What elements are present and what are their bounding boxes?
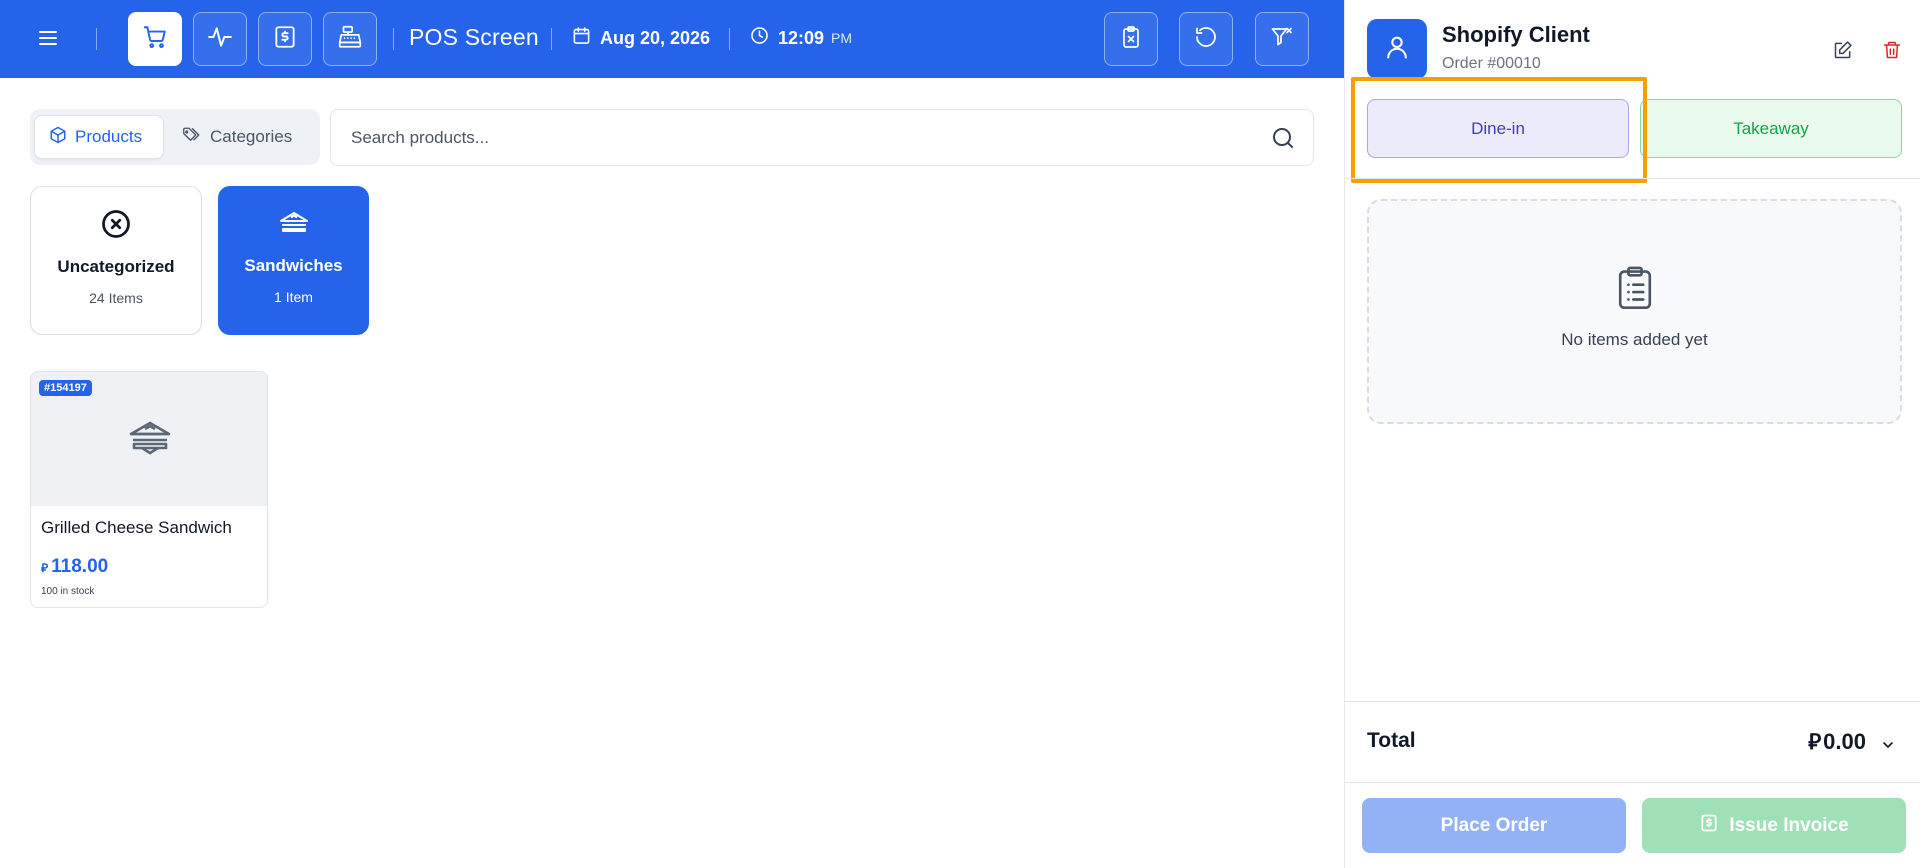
tab-products-label: Products [75,127,143,146]
invoice-icon [1699,813,1719,839]
tab-categories[interactable]: Categories [168,115,318,159]
product-sku-badge: #154197 [39,380,92,396]
product-name: Grilled Cheese Sandwich [41,518,232,537]
tab-categories-label: Categories [210,127,293,146]
receipt-icon [272,24,298,55]
currency-symbol: ⃁ [41,561,49,575]
order-panel: Shopify Client Order #00010 Dine-in Take… [1344,0,1920,868]
menu-icon[interactable] [36,26,60,50]
product-stock: 100 in stock [41,586,95,597]
price-value: 118.00 [51,556,109,577]
cash-register-button[interactable] [323,12,377,66]
client-name: Shopify Client [1442,22,1590,47]
undo-button[interactable] [1179,12,1233,66]
trash-icon[interactable] [1879,37,1905,63]
highlight-box [1351,77,1647,183]
cart-button[interactable] [128,12,182,66]
divider [96,28,97,50]
total-amount: 0.00 [1823,729,1866,754]
divider [551,28,552,50]
category-count: 24 Items [89,290,143,306]
tags-icon [182,126,202,149]
empty-cart-text: No items added yet [1561,330,1708,349]
filter-x-icon [1270,25,1294,54]
search-icon[interactable] [1271,126,1295,155]
box-icon [49,126,67,149]
x-circle-icon [101,207,131,241]
avatar[interactable] [1367,19,1427,79]
currency-symbol: ⃁ [1808,729,1822,754]
cart-icon [142,24,168,55]
date-text: Aug 20, 2026 [600,27,711,48]
clock-icon [750,26,769,50]
category-card-sandwiches[interactable]: Sandwiches 1 Item [218,186,369,335]
empty-cart: No items added yet [1367,199,1902,424]
time-display: 12:09 PM [750,26,852,50]
total-value: ⃁ 0.00 [1808,728,1866,756]
category-name: Uncategorized [57,257,175,276]
search-box [330,109,1314,166]
ampm-text: PM [831,30,853,46]
cash-register-icon [337,24,363,55]
app: POS Screen Aug 20, 2026 12:09 PM Product… [0,0,1920,868]
clipboard-list-icon [1615,265,1655,316]
category-card-uncategorized[interactable]: Uncategorized 24 Items [30,186,202,335]
product-price: ⃁ 118.00 [41,556,108,578]
divider [1345,701,1920,702]
category-name: Sandwiches [244,256,343,275]
divider [1345,782,1920,783]
product-card[interactable]: #154197 Grilled Cheese Sandwich ⃁ 118.00… [30,371,268,608]
edit-icon[interactable] [1830,37,1856,63]
search-input[interactable] [351,110,1251,165]
time-text: 12:09 [778,27,825,48]
issue-invoice-button[interactable]: Issue Invoice [1642,798,1906,853]
chevron-down-icon[interactable] [1876,733,1900,757]
category-count: 1 Item [274,289,313,305]
view-tabs: Products Categories [30,109,320,165]
clear-order-button[interactable] [1104,12,1158,66]
place-order-label: Place Order [1440,814,1548,836]
divider [729,28,730,50]
user-icon [1383,33,1411,66]
main-area: POS Screen Aug 20, 2026 12:09 PM Product… [0,0,1344,868]
receipt-button[interactable] [258,12,312,66]
takeaway-button[interactable]: Takeaway [1640,99,1902,158]
divider [1345,178,1920,179]
sandwich-icon [278,206,310,240]
sandwich-icon [128,419,172,460]
place-order-button[interactable]: Place Order [1362,798,1626,853]
undo-icon [1194,25,1218,54]
total-label: Total [1367,729,1416,752]
date-display: Aug 20, 2026 [572,26,710,50]
activity-button[interactable] [193,12,247,66]
clipboard-x-icon [1119,25,1143,54]
tab-products[interactable]: Products [34,115,164,159]
page-title: POS Screen [409,24,539,50]
top-bar: POS Screen Aug 20, 2026 12:09 PM [0,0,1344,78]
clear-filter-button[interactable] [1255,12,1309,66]
order-number: Order #00010 [1442,55,1541,72]
calendar-icon [572,26,591,50]
issue-invoice-label: Issue Invoice [1729,814,1849,836]
divider [393,28,394,50]
activity-icon [207,24,233,55]
